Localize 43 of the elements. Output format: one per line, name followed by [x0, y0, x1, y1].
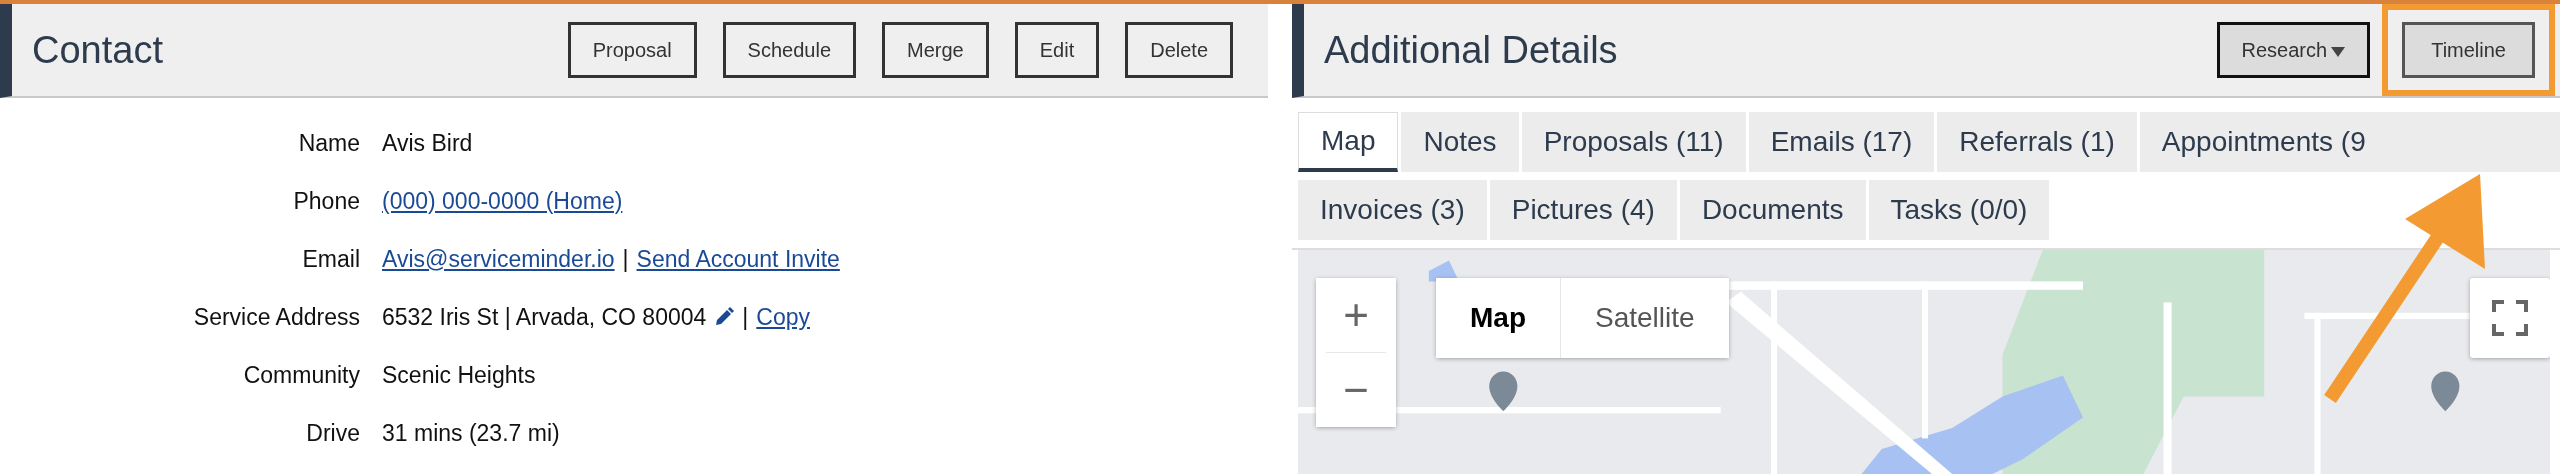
- field-value: Avis Bird: [382, 129, 473, 157]
- tab[interactable]: Map: [1298, 112, 1399, 172]
- field-label: Community: [242, 361, 360, 390]
- field-label: Email: [301, 245, 360, 274]
- header-button[interactable]: Delete: [1125, 22, 1233, 78]
- header-button[interactable]: Edit: [1014, 22, 1100, 78]
- link[interactable]: Avis@serviceminder.io: [382, 245, 615, 273]
- tab[interactable]: Referrals (1): [1937, 112, 2137, 172]
- map-type-button[interactable]: Map: [1436, 278, 1560, 358]
- tab[interactable]: Emails (17): [1748, 112, 1935, 172]
- timeline-button[interactable]: Timeline: [2402, 22, 2535, 78]
- zoom-in-button[interactable]: +: [1316, 278, 1396, 352]
- header-button[interactable]: Schedule: [722, 22, 856, 78]
- tab[interactable]: Documents: [1679, 180, 1866, 240]
- tab[interactable]: Appointments (9: [2139, 112, 2560, 172]
- zoom-out-button[interactable]: −: [1316, 353, 1396, 427]
- field-value: 31 mins (23.7 mi): [382, 419, 560, 447]
- map-type-button[interactable]: Satellite: [1560, 278, 1729, 358]
- pencil-icon[interactable]: [714, 307, 735, 327]
- link[interactable]: Copy: [756, 303, 810, 331]
- field-label: Drive: [305, 419, 360, 448]
- field-label: Phone: [292, 187, 360, 216]
- header-button[interactable]: Proposal: [567, 22, 697, 78]
- field-label: Service Address: [192, 303, 360, 332]
- panel-title: Additional Details: [1324, 28, 1619, 72]
- field-value: |: [742, 303, 749, 331]
- link[interactable]: (000) 000-0000 (Home): [382, 187, 623, 215]
- tab[interactable]: Invoices (3): [1298, 180, 1487, 240]
- panel-title: Contact: [32, 28, 164, 72]
- research-dropdown[interactable]: Research: [2216, 22, 2371, 78]
- header-button[interactable]: Merge: [882, 22, 989, 78]
- tab[interactable]: Pictures (4): [1489, 180, 1677, 240]
- caret-icon: [2331, 46, 2346, 57]
- link[interactable]: Send Account Invite: [636, 245, 840, 273]
- field-value: Scenic Heights: [382, 361, 536, 389]
- field-value: |: [622, 245, 629, 273]
- tab[interactable]: Tasks (0/0): [1868, 180, 2050, 240]
- field-label: Name: [297, 129, 360, 158]
- tab[interactable]: Notes: [1401, 112, 1519, 172]
- field-value: 6532 Iris St | Arvada, CO 80004: [382, 303, 707, 331]
- fullscreen-icon: [2490, 298, 2530, 338]
- fullscreen-button[interactable]: [2470, 278, 2550, 358]
- tab[interactable]: Proposals (11): [1521, 112, 1746, 172]
